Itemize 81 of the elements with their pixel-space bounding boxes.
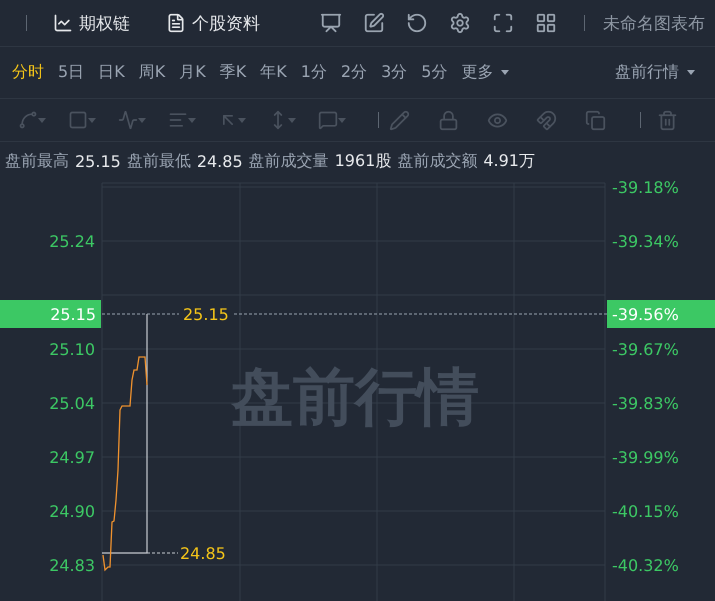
percent-axis-label: -39.83% <box>612 394 679 413</box>
period-tab[interactable]: 分时 <box>12 62 44 83</box>
drawing-tool-button[interactable] <box>68 110 96 130</box>
settings-icon <box>449 12 471 34</box>
wave-icon <box>118 110 138 130</box>
percent-axis-label: -39.18% <box>612 180 679 197</box>
price-axis-label: 25.24 <box>49 232 95 251</box>
session-dropdown[interactable]: 盘前行情 <box>615 62 695 83</box>
current-price-tag: 25.15 <box>0 300 101 328</box>
grid-button[interactable] <box>535 12 557 34</box>
caret-icon <box>38 118 46 122</box>
price-axis-label: 24.90 <box>49 502 95 521</box>
stat-value: 24.85 <box>196 152 243 170</box>
period-tab[interactable]: 2分 <box>340 62 368 83</box>
pencil-button[interactable] <box>389 110 410 130</box>
low-leader-line <box>146 552 178 554</box>
drawing-tool-button[interactable] <box>318 110 346 130</box>
period-tab[interactable]: 月K <box>179 62 206 83</box>
layout-name[interactable]: 未命名图表布 <box>603 12 705 34</box>
stat-label: 盘前成交额 <box>397 150 478 172</box>
more-dropdown[interactable]: 更多 <box>461 62 510 83</box>
current-percent-tag: -39.56% <box>607 300 715 328</box>
edit-button[interactable] <box>363 12 385 34</box>
copy-icon <box>585 110 606 130</box>
fullscreen-icon <box>492 12 514 34</box>
period-tab[interactable]: 年K <box>260 62 287 83</box>
caret-icon <box>288 118 296 122</box>
copy-button[interactable] <box>585 110 606 130</box>
speech-box-icon <box>318 110 338 130</box>
caret-icon <box>188 118 196 122</box>
percent-axis-label: -40.15% <box>612 502 679 521</box>
drawing-tool-button[interactable] <box>118 110 146 130</box>
period-tab[interactable]: 3分 <box>381 62 408 83</box>
stat-value: 4.91万 <box>483 150 535 172</box>
refresh-icon <box>406 12 428 34</box>
stat-label: 盘前最高 <box>5 150 69 172</box>
trash-icon <box>657 110 678 130</box>
magnet-button[interactable] <box>536 110 557 130</box>
period-tab[interactable]: 1分 <box>300 62 327 83</box>
percent-axis-label: -40.32% <box>612 556 679 575</box>
pencil-icon <box>389 110 410 130</box>
period-tab[interactable]: 季K <box>220 62 246 83</box>
caret-icon <box>501 70 510 75</box>
settings-button[interactable] <box>449 12 471 34</box>
high-price-label: 25.15 <box>183 305 229 324</box>
period-tab[interactable]: 周K <box>138 62 166 83</box>
period-tab[interactable]: 5日 <box>58 62 84 83</box>
percent-axis-label: -39.99% <box>612 448 679 467</box>
period-tab[interactable]: 日K <box>98 62 125 83</box>
percent-axis-label: -39.34% <box>612 232 679 251</box>
fullscreen-button[interactable] <box>492 12 514 34</box>
price-axis-label: 24.97 <box>49 448 95 467</box>
chart-doc-icon <box>53 13 73 33</box>
caret-icon <box>687 70 695 75</box>
price-axis-label: 24.83 <box>49 556 95 575</box>
stat-label: 盘前成交量 <box>248 150 329 172</box>
stat-value: 1961股 <box>334 150 392 172</box>
stat-label: 盘前最低 <box>126 150 191 172</box>
rectangle-icon <box>68 110 88 130</box>
magnet-icon <box>536 110 557 130</box>
price-axis-label: 25.10 <box>49 340 95 359</box>
lock-icon <box>438 110 459 130</box>
grid-icon <box>535 12 557 34</box>
caret-icon <box>88 118 96 122</box>
percent-axis-label: -39.67% <box>612 340 679 359</box>
caret-icon <box>238 118 246 122</box>
caret-icon <box>338 118 346 122</box>
drawing-tool-button[interactable] <box>18 110 46 130</box>
caret-icon <box>138 118 146 122</box>
toolbar-link[interactable]: 个股资料 <box>166 12 260 34</box>
line-icon <box>18 110 38 130</box>
edit-icon <box>363 12 385 34</box>
period-tab[interactable]: 5分 <box>421 62 448 83</box>
stat-value: 25.15 <box>75 152 121 170</box>
document-icon <box>166 13 186 33</box>
toolbar-link[interactable]: 期权链 <box>53 12 130 34</box>
price-axis-label: 25.04 <box>49 394 95 413</box>
delete-button[interactable] <box>657 110 678 130</box>
lock-button[interactable] <box>438 110 459 130</box>
refresh-button[interactable] <box>406 12 428 34</box>
low-price-label: 24.85 <box>180 544 226 563</box>
